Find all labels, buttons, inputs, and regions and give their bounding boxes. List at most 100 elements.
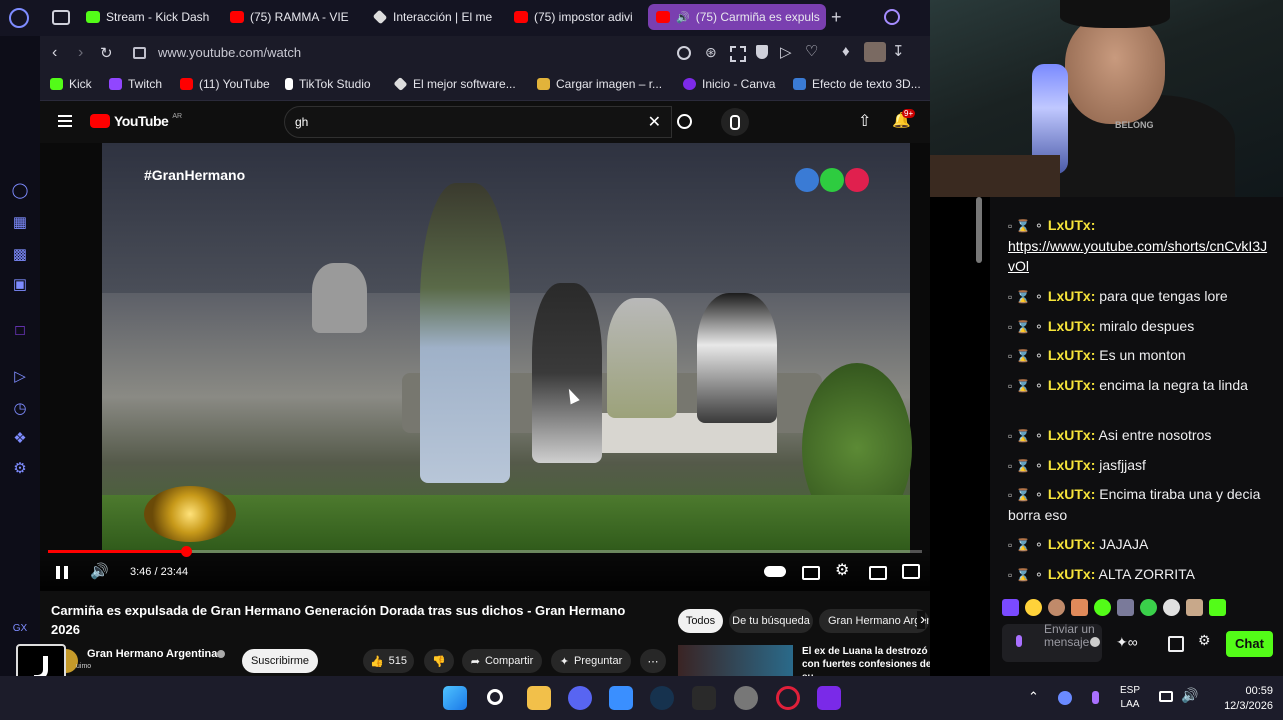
store-icon[interactable] bbox=[609, 686, 633, 710]
chat-username[interactable]: LxUTx: bbox=[1048, 566, 1095, 582]
autoplay-toggle[interactable] bbox=[764, 566, 786, 577]
player-icon[interactable]: ▷ bbox=[11, 368, 29, 386]
aria-icon[interactable]: ◯ bbox=[11, 182, 29, 200]
network-icon[interactable] bbox=[1159, 691, 1173, 702]
suggestion-thumbnail[interactable] bbox=[678, 645, 793, 676]
download-icon[interactable]: ↧ bbox=[892, 42, 905, 60]
emote-icon[interactable] bbox=[1071, 599, 1088, 616]
url-field[interactable]: www.youtube.com/watch bbox=[158, 45, 301, 60]
emote-icon[interactable] bbox=[1094, 599, 1111, 616]
forward-icon[interactable]: › bbox=[78, 44, 83, 62]
browser-tab[interactable]: (75) impostor adivi bbox=[506, 4, 646, 30]
menu-icon[interactable] bbox=[58, 115, 72, 127]
heart-icon[interactable]: ♡ bbox=[805, 42, 818, 60]
search-icon[interactable] bbox=[884, 9, 900, 25]
bookmark-canva[interactable]: Inicio - Canva bbox=[683, 77, 775, 91]
bookmark-kick[interactable]: Kick bbox=[50, 77, 92, 91]
pause-icon[interactable] bbox=[56, 566, 68, 579]
settings-icon[interactable]: ⚙ bbox=[835, 560, 849, 580]
chat-username[interactable]: LxUTx: bbox=[1048, 318, 1095, 334]
subtitles-icon[interactable] bbox=[802, 566, 820, 580]
video-player[interactable]: #GranHermano 🔊 3:46 / 23:44 ⚙ ⤢ bbox=[40, 143, 930, 591]
bookmark-youtube[interactable]: (11) YouTube bbox=[180, 77, 270, 91]
new-tab-button[interactable]: + bbox=[831, 7, 842, 28]
reload-icon[interactable]: ↻ bbox=[100, 44, 113, 62]
twitch-icon[interactable]: □ bbox=[11, 322, 29, 340]
microphone-icon[interactable] bbox=[1016, 635, 1022, 647]
chat-username[interactable]: LxUTx: bbox=[1048, 347, 1095, 363]
epic-games-icon[interactable] bbox=[692, 686, 716, 710]
dislike-button[interactable]: 👎 bbox=[424, 649, 454, 673]
puzzle-icon[interactable]: ♦ bbox=[842, 43, 850, 60]
chrome-icon[interactable] bbox=[734, 686, 758, 710]
system-clock[interactable]: 00:59 12/3/2026 bbox=[1205, 684, 1273, 714]
nzxt-icon[interactable] bbox=[817, 686, 841, 710]
emote-icon[interactable] bbox=[1163, 599, 1180, 616]
pin-icon[interactable]: ⊛ bbox=[705, 44, 717, 61]
discord-icon[interactable] bbox=[568, 686, 592, 710]
emote-icon[interactable] bbox=[1002, 599, 1019, 616]
messenger-icon[interactable]: ▣ bbox=[11, 276, 29, 294]
chat-input[interactable]: Enviar un mensaje bbox=[1002, 623, 1102, 662]
steam-tray-icon[interactable] bbox=[1058, 691, 1072, 705]
search-icon[interactable] bbox=[677, 114, 692, 129]
browser-tab-active[interactable]: 🔊 (75) Carmiña es expuls bbox=[648, 4, 826, 30]
bookmark-cargar-imagen[interactable]: Cargar imagen – r... bbox=[537, 77, 662, 91]
opera-gx-icon[interactable] bbox=[776, 686, 800, 710]
voice-search-icon[interactable] bbox=[721, 108, 749, 136]
browser-tab[interactable]: (75) RAMMA - VIE bbox=[222, 4, 362, 30]
robot-icon[interactable]: ▦ bbox=[11, 214, 29, 232]
clear-search-icon[interactable]: ✕ bbox=[648, 112, 661, 132]
emote-icon[interactable] bbox=[1117, 599, 1134, 616]
tab-overview-icon[interactable] bbox=[52, 10, 70, 25]
points-icon[interactable]: ✦∞ bbox=[1116, 634, 1138, 651]
zoom-out-icon[interactable] bbox=[677, 46, 691, 60]
language-indicator[interactable]: ESP LAA bbox=[1120, 684, 1140, 712]
browser-tab[interactable]: Interacción | El me bbox=[365, 4, 505, 30]
emote-icon[interactable] bbox=[1048, 599, 1065, 616]
emote-icon[interactable] bbox=[1209, 599, 1226, 616]
image-icon[interactable]: ▩ bbox=[11, 246, 29, 264]
chip-de-tu-busqueda[interactable]: De tu búsqueda bbox=[729, 609, 813, 633]
snapshot-icon[interactable] bbox=[730, 46, 746, 62]
emoji-icon[interactable] bbox=[1090, 637, 1100, 647]
bookmark-tiktok-studio[interactable]: TikTok Studio bbox=[285, 77, 371, 91]
history-icon[interactable]: ◷ bbox=[11, 400, 29, 418]
chat-username[interactable]: LxUTx: bbox=[1048, 486, 1095, 502]
chat-username[interactable]: LxUTx: bbox=[1048, 427, 1095, 443]
chat-scrollbar[interactable] bbox=[976, 197, 982, 263]
send-icon[interactable]: ▷ bbox=[780, 43, 792, 61]
chip-todos[interactable]: Todos bbox=[678, 609, 723, 633]
shield-icon[interactable] bbox=[756, 45, 768, 59]
chip-next-icon[interactable]: › bbox=[917, 611, 926, 629]
mic-tray-icon[interactable] bbox=[1092, 691, 1099, 704]
volume-icon[interactable]: 🔊 bbox=[1181, 687, 1198, 704]
emote-icon[interactable] bbox=[1025, 599, 1042, 616]
bookmark-text-effect[interactable]: Efecto de texto 3D... bbox=[793, 77, 921, 91]
store-icon[interactable] bbox=[1168, 636, 1184, 652]
bookmark-twitch[interactable]: Twitch bbox=[109, 77, 162, 91]
youtube-logo[interactable]: YouTube AR bbox=[90, 113, 182, 129]
chat-username[interactable]: LxUTx: bbox=[1048, 288, 1095, 304]
channel-name[interactable]: Gran Hermano Argentina bbox=[87, 648, 217, 660]
profile-avatar[interactable] bbox=[864, 42, 886, 62]
chat-link[interactable]: https://www.youtube.com/shorts/cnCvkI3Jv… bbox=[1008, 238, 1267, 274]
chat-username[interactable]: LxUTx: bbox=[1048, 457, 1095, 473]
chat-username[interactable]: LxUTx: bbox=[1048, 536, 1095, 552]
chip-gran-hermano[interactable]: Gran Hermano Argen bbox=[819, 609, 929, 633]
chat-settings-icon[interactable]: ⚙ bbox=[1198, 632, 1211, 649]
ask-button[interactable]: ✦ Preguntar bbox=[551, 649, 631, 673]
tray-chevron-icon[interactable]: ⌃ bbox=[1028, 689, 1039, 705]
more-actions-button[interactable]: ⋯ bbox=[640, 649, 666, 673]
search-icon[interactable] bbox=[487, 689, 503, 705]
subscribe-button[interactable]: Suscribirme bbox=[242, 649, 318, 673]
upload-icon[interactable]: ⇧ bbox=[858, 111, 871, 131]
file-explorer-icon[interactable] bbox=[527, 686, 551, 710]
volume-icon[interactable]: 🔊 bbox=[90, 562, 109, 580]
steam-icon[interactable] bbox=[650, 686, 674, 710]
browser-tab[interactable]: Stream - Kick Dash bbox=[78, 4, 218, 30]
gx-icon[interactable]: GX bbox=[11, 620, 29, 638]
chat-send-button[interactable]: Chat bbox=[1226, 631, 1273, 657]
chat-username[interactable]: LxUTx: bbox=[1048, 217, 1095, 233]
back-icon[interactable]: ‹ bbox=[52, 44, 57, 62]
